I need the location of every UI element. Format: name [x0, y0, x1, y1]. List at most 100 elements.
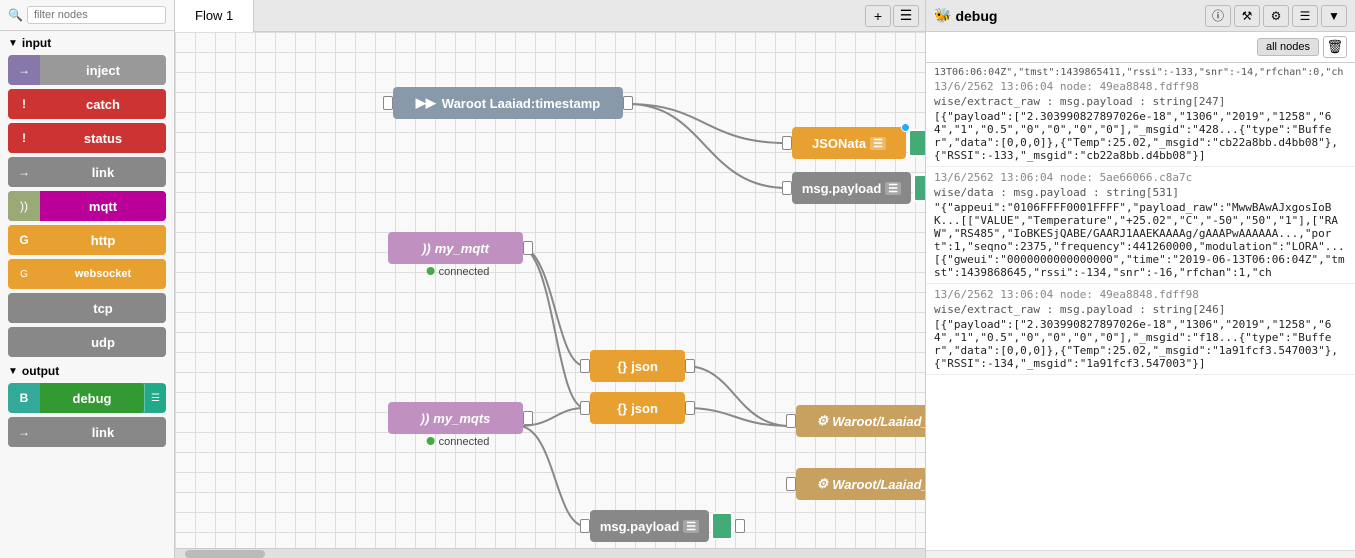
waroot-ts-label: Waroot Laaiad:timestamp — [442, 96, 600, 111]
canvas-hscroll[interactable] — [175, 548, 925, 558]
port-left-waroot002[interactable] — [786, 477, 796, 491]
debug-msg1-body: [{"payload":["2.303990827897026e-18","13… — [934, 110, 1347, 162]
debug-header-actions: ⓘ ⚒ ⚙ ☰ ▼ — [1205, 5, 1347, 27]
port-left-json1[interactable] — [580, 359, 590, 373]
debug-title-label: debug — [955, 8, 997, 24]
debug-settings-alt-button[interactable]: ⚒ — [1234, 5, 1260, 27]
http-label: http — [40, 225, 166, 255]
flow-tab-label: Flow 1 — [195, 8, 233, 23]
debug-messages[interactable]: 13T06:06:04Z","tmst":1439865411,"rssi":-… — [926, 63, 1355, 550]
msg2-menu-icon[interactable]: ☰ — [683, 520, 699, 533]
tcp-label: tcp — [40, 293, 166, 323]
node-json1[interactable]: {} json — [585, 350, 690, 382]
node-waroot-ts[interactable]: ▶▶ Waroot Laaiad:timestamp — [388, 87, 628, 119]
section-input-header[interactable]: ▼ input — [0, 31, 174, 53]
sidebar-item-catch[interactable]: ! catch — [8, 89, 166, 119]
sidebar-item-status[interactable]: ! status — [8, 123, 166, 153]
node-msg-payload-1[interactable]: msg.payload ☰ — [787, 172, 925, 204]
port-right-msg2[interactable] — [735, 519, 745, 533]
status-label: status — [40, 123, 166, 153]
node-msg-payload-2[interactable]: msg.payload ☰ — [585, 510, 740, 542]
port-left-msg2[interactable] — [580, 519, 590, 533]
catch-label: catch — [40, 89, 166, 119]
json2-icon: {} — [617, 401, 627, 416]
debug-msg2-body: "{"appeui":"0106FFFF0001FFFF","payload_r… — [934, 201, 1347, 279]
debug-settings-button[interactable]: ⚙ — [1263, 5, 1289, 27]
debug-msg1-path: wise/extract_raw : msg.payload : string[… — [934, 95, 1347, 108]
debug-message-2: 13/6/2562 13:06:04 node: 5ae66066.c8a7c … — [926, 167, 1355, 284]
my-mqts-label: my_mqts — [433, 411, 490, 426]
msg-payload-1-label: msg.payload — [802, 181, 881, 196]
node-json2[interactable]: {} json — [585, 392, 690, 424]
input-arrow-icon: ▼ — [8, 38, 18, 49]
sidebar-item-link[interactable]: → link — [8, 157, 166, 187]
all-nodes-button[interactable]: all nodes — [1257, 38, 1319, 56]
node-my-mqts[interactable]: )) my_mqts connected — [388, 402, 528, 434]
msg2-toggle[interactable] — [711, 512, 733, 540]
node-jsonata[interactable]: JSONata ☰ — [787, 127, 925, 159]
port-left-json2[interactable] — [580, 401, 590, 415]
jsonata-label: JSONata — [812, 136, 866, 151]
debug-hscroll[interactable] — [926, 550, 1355, 558]
debug-message-1: 13T06:06:04Z","tmst":1439865411,"rssi":-… — [926, 63, 1355, 167]
debug-message-3: 13/6/2562 13:06:04 node: 49ea8848.fdff98… — [926, 284, 1355, 375]
debug-collapse-button[interactable]: ▼ — [1321, 5, 1347, 27]
waroot001-label: Waroot/Laaiad_001 — [832, 414, 925, 429]
flow-tab-actions: + ☰ — [865, 5, 925, 27]
debug-msg3-body: [{"payload":["2.303990827897026e-18","13… — [934, 318, 1347, 370]
debug-msg2-path: wise/data : msg.payload : string[531] — [934, 186, 1347, 199]
node-my-mqtt[interactable]: )) my_mqtt connected — [388, 232, 528, 264]
debug-header: 🐝 debug ⓘ ⚒ ⚙ ☰ ▼ — [926, 0, 1355, 32]
msg1-menu-icon[interactable]: ☰ — [885, 182, 901, 195]
sidebar-item-link2[interactable]: → link — [8, 417, 166, 447]
debug-msg1-header: 13T06:06:04Z","tmst":1439865411,"rssi":-… — [934, 67, 1347, 78]
bug-icon: 🐝 — [934, 7, 951, 24]
port-right-my-mqts[interactable] — [523, 411, 533, 425]
sidebar-item-udp[interactable]: udp — [8, 327, 166, 357]
sidebar-item-tcp[interactable]: tcp — [8, 293, 166, 323]
debug-msg3-subheader: 13/6/2562 13:06:04 node: 49ea8848.fdff98 — [934, 288, 1347, 301]
mqtt-label: mqtt — [40, 191, 166, 221]
port-left-msg1[interactable] — [782, 181, 792, 195]
debug-msg3-path: wise/extract_raw : msg.payload : string[… — [934, 303, 1347, 316]
add-flow-button[interactable]: + — [865, 5, 891, 27]
jsonata-dot — [901, 123, 910, 132]
section-output-label: output — [22, 364, 59, 378]
msg1-toggle[interactable] — [913, 174, 925, 202]
sidebar-item-inject[interactable]: → inject — [8, 55, 166, 85]
jsonata-toggle[interactable] — [908, 129, 925, 157]
port-right-my-mqtt[interactable] — [523, 241, 533, 255]
sidebar-item-mqtt[interactable]: )) mqtt — [8, 191, 166, 221]
my-mqts-sublabel: connected — [427, 436, 490, 448]
node-waroot-002[interactable]: ⚙ Waroot/Laaiad_002 — [791, 468, 925, 500]
udp-label: udp — [40, 327, 166, 357]
port-right-json1[interactable] — [685, 359, 695, 373]
search-icon: 🔍 — [8, 8, 23, 22]
inject-label: inject — [40, 55, 166, 85]
canvas-area[interactable]: ▶▶ Waroot Laaiad:timestamp JSONata ☰ msg… — [175, 32, 925, 548]
clear-debug-button[interactable]: 🗑 — [1323, 36, 1347, 58]
port-right-json2[interactable] — [685, 401, 695, 415]
port-right-waroot-ts[interactable] — [623, 96, 633, 110]
canvas-hscroll-thumb[interactable] — [185, 550, 265, 558]
output-arrow-icon: ▼ — [8, 366, 18, 377]
waroot002-label: Waroot/Laaiad_002 — [832, 477, 925, 492]
debug-menu-button[interactable]: ☰ — [1292, 5, 1318, 27]
section-output-header[interactable]: ▼ output — [0, 359, 174, 381]
node-waroot-001[interactable]: ⚙ Waroot/Laaiad_001 — [791, 405, 925, 437]
port-left-jsonata[interactable] — [782, 136, 792, 150]
flow-tabs: Flow 1 + ☰ — [175, 0, 925, 32]
sidebar-item-websocket[interactable]: G websocket — [8, 259, 166, 289]
port-left-waroot-ts[interactable] — [383, 96, 393, 110]
filter-input[interactable] — [27, 6, 166, 24]
flow-tab-1[interactable]: Flow 1 — [175, 0, 254, 32]
debug-sidebar-label: debug — [40, 383, 144, 413]
json2-label: json — [631, 401, 658, 416]
json1-label: json — [631, 359, 658, 374]
sidebar-item-http[interactable]: G http — [8, 225, 166, 255]
flow-menu-button[interactable]: ☰ — [893, 5, 919, 27]
port-left-waroot001[interactable] — [786, 414, 796, 428]
sidebar-item-debug[interactable]: B debug ☰ — [8, 383, 166, 413]
jsonata-menu-icon[interactable]: ☰ — [870, 137, 886, 150]
debug-info-button[interactable]: ⓘ — [1205, 5, 1231, 27]
